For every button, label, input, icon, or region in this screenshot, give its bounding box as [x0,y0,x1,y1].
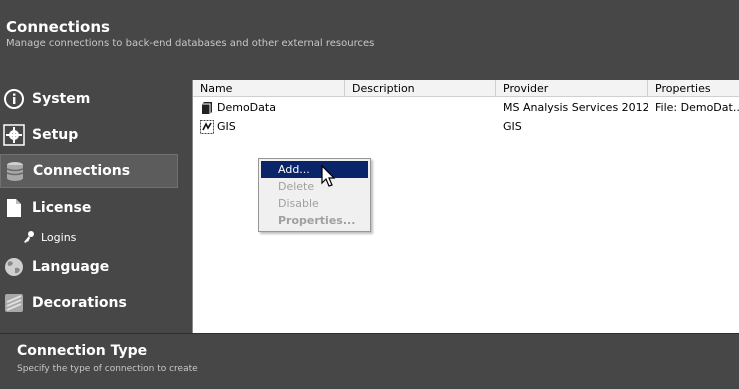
cell-name: GIS [200,117,345,136]
cell-provider: MS Analysis Services 2012 [503,101,648,114]
footer-title: Connection Type [17,343,148,359]
column-header-name[interactable]: Name [193,80,345,97]
globe-icon [3,256,25,278]
sidebar-item-label: Logins [41,230,77,244]
gis-icon [200,119,214,134]
menu-item-properties[interactable]: Properties... [261,212,368,229]
decorations-icon [3,292,25,314]
cell-name: DemoData [200,98,345,117]
document-icon [3,197,25,219]
info-icon [3,88,25,110]
connections-window: Connections Manage connections to back-e… [0,0,739,389]
sidebar-item-label: Setup [32,127,79,143]
mouse-cursor-icon [321,164,337,189]
table-row[interactable]: GIS GIS [193,117,739,136]
cube-icon [200,101,214,115]
page-header: Connections Manage connections to back-e… [0,0,739,70]
cell-properties [655,117,739,136]
table-header: Name Description Provider Properties [193,80,739,97]
sidebar-item-logins[interactable]: Logins [22,228,172,246]
sidebar-item-language[interactable]: Language [0,250,178,284]
cell-description [352,98,496,117]
user-key-icon [22,230,36,244]
sidebar: System Setup Connections License Logins [0,70,190,333]
menu-item-disable[interactable]: Disable [261,195,368,212]
table-row[interactable]: DemoData MS Analysis Services 2012 File:… [193,98,739,117]
database-icon [4,160,26,182]
sidebar-item-label: Language [32,259,110,275]
column-header-description[interactable]: Description [345,80,496,97]
page-subtitle: Manage connections to back-end databases… [6,38,375,49]
page-title: Connections [6,18,110,36]
column-header-provider[interactable]: Provider [496,80,648,97]
sidebar-item-label: Decorations [32,295,127,311]
sidebar-item-connections[interactable]: Connections [0,154,178,188]
cell-properties: File: DemoDat... [655,101,739,114]
sidebar-item-label: License [32,200,92,216]
gear-icon [3,124,25,146]
sidebar-item-label: Connections [33,163,131,179]
sidebar-item-setup[interactable]: Setup [0,118,178,152]
footer-subtitle: Specify the type of connection to create [17,364,198,374]
cell-provider: GIS [503,120,522,133]
sidebar-item-license[interactable]: License [0,191,178,225]
cell-description [352,117,496,136]
menu-item-add[interactable]: Add... [261,161,368,178]
sidebar-item-decorations[interactable]: Decorations [0,286,178,320]
column-header-properties[interactable]: Properties [648,80,739,97]
menu-item-delete[interactable]: Delete [261,178,368,195]
bottom-info-bar: Connection Type Specify the type of conn… [0,333,739,389]
sidebar-item-label: System [32,91,91,107]
context-menu: Add... Delete Disable Properties... [258,158,371,232]
sidebar-item-system[interactable]: System [0,82,178,116]
